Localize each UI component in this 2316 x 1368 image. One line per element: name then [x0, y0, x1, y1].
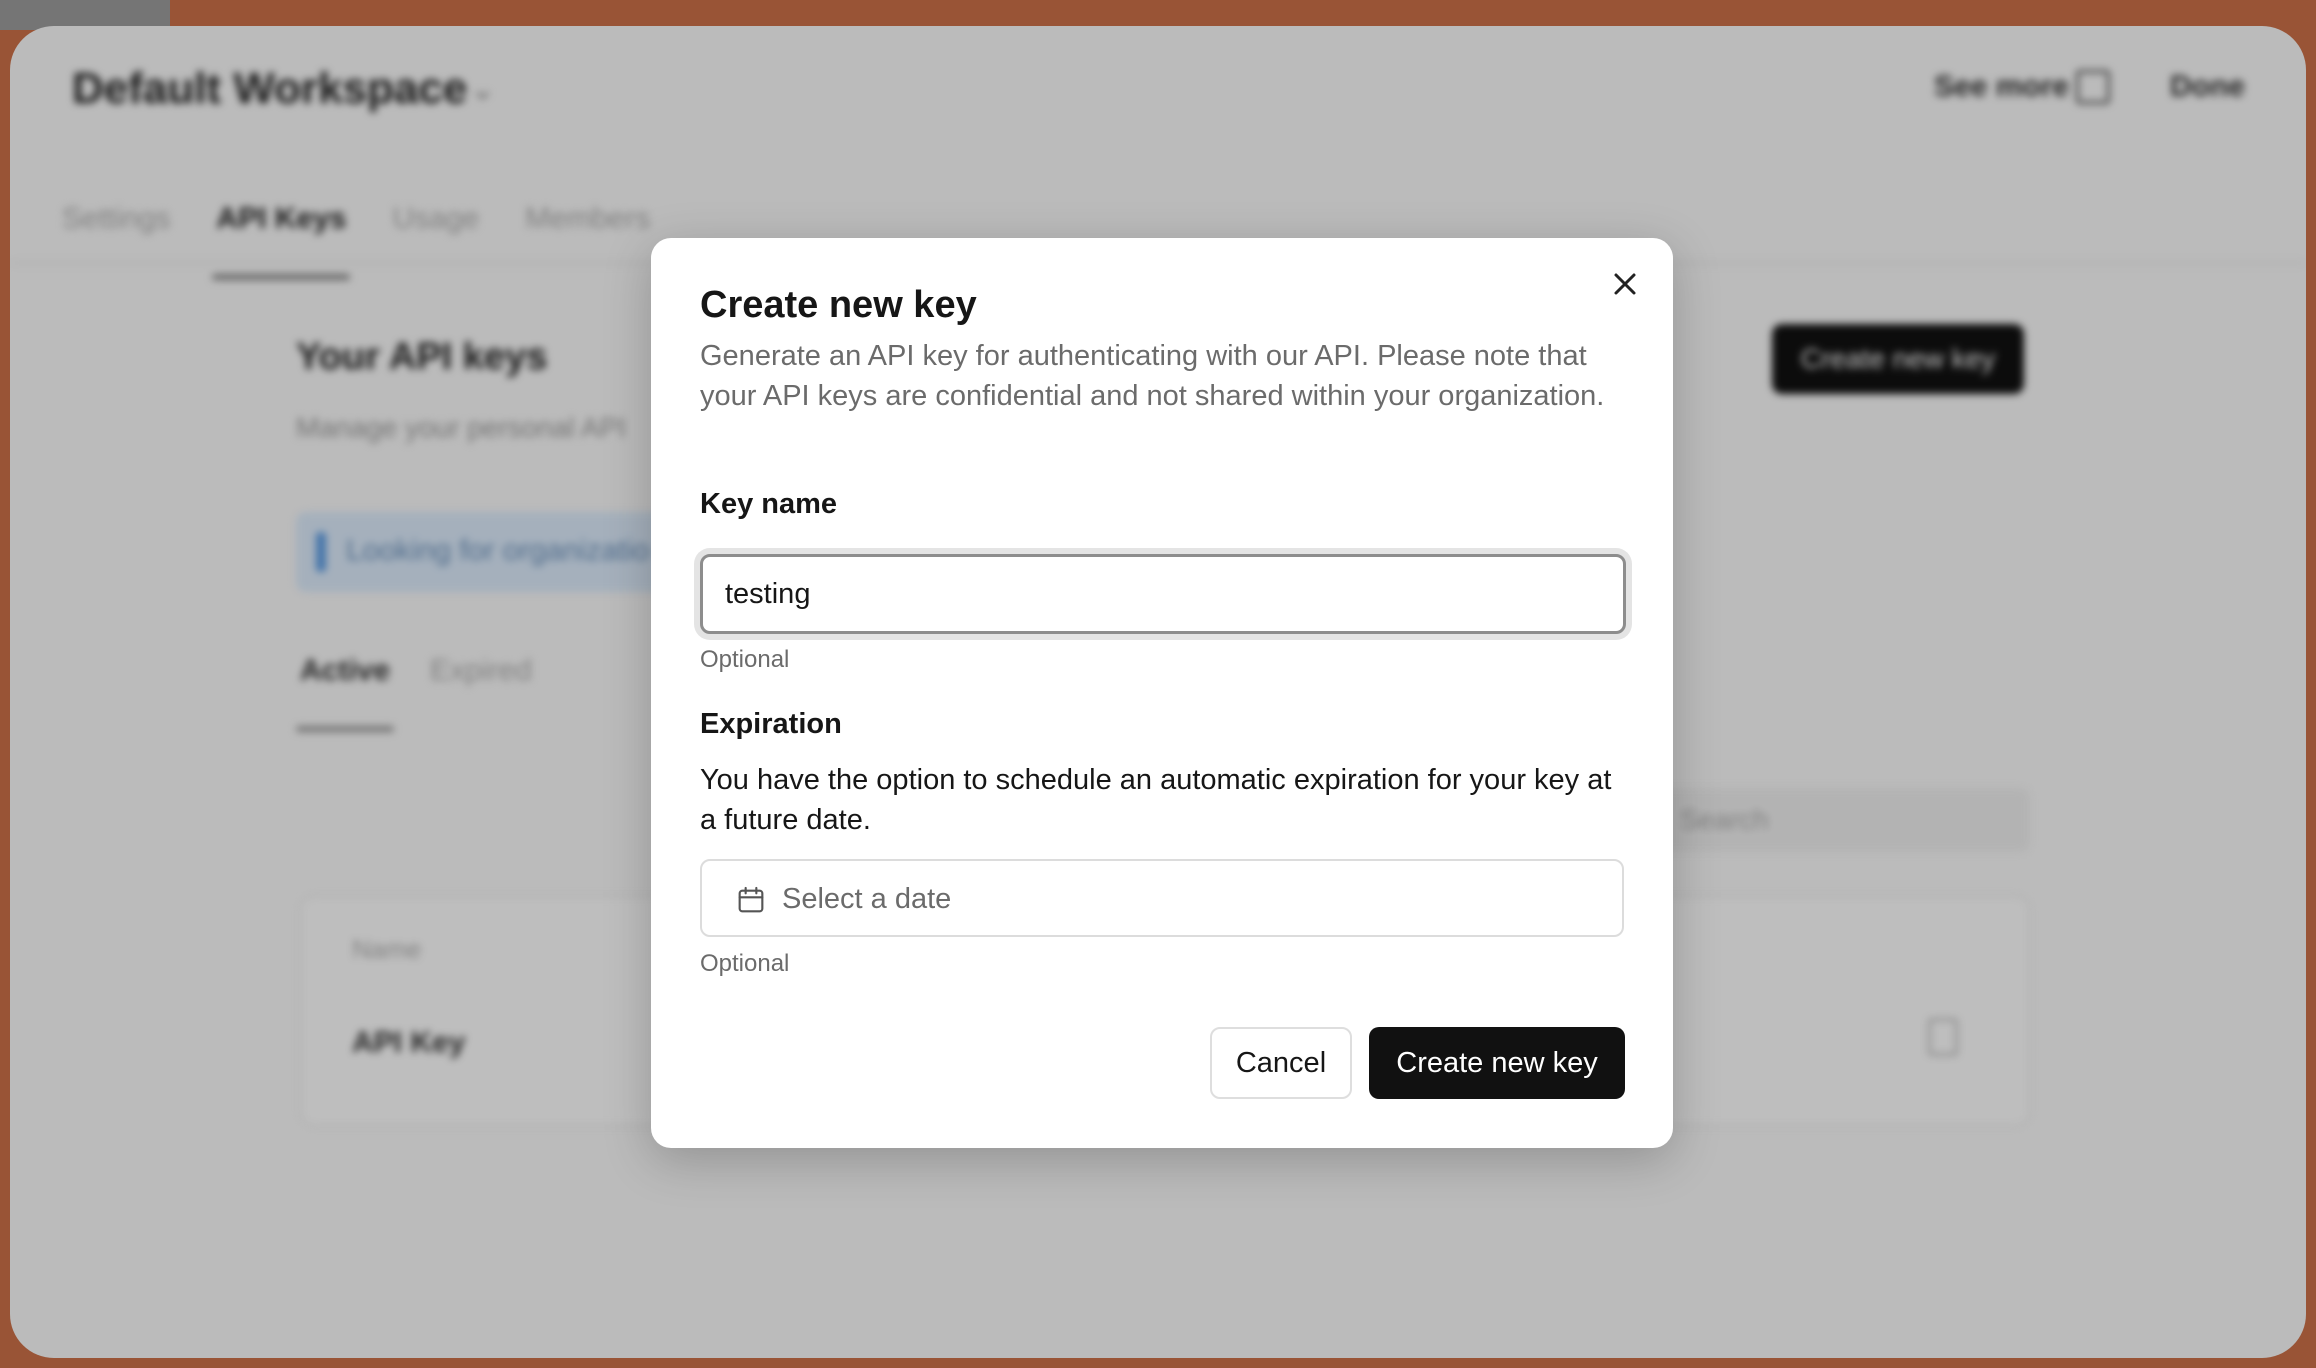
date-placeholder: Select a date: [782, 883, 952, 915]
close-icon[interactable]: [1607, 266, 1643, 302]
calendar-icon: [738, 886, 764, 913]
key-name-label: Key name: [700, 488, 838, 520]
expiration-label: Expiration: [700, 708, 842, 740]
key-name-input[interactable]: [700, 554, 1626, 634]
cancel-button[interactable]: Cancel: [1210, 1027, 1352, 1099]
create-key-dialog: Create new key Generate an API key for a…: [651, 238, 1673, 1148]
key-name-hint: Optional: [700, 646, 790, 673]
expiration-hint: Optional: [700, 950, 790, 977]
expiration-description: You have the option to schedule an autom…: [700, 764, 1612, 836]
expiration-date-picker[interactable]: Select a date: [700, 859, 1624, 937]
dialog-title: Create new key: [700, 284, 977, 326]
create-new-key-button[interactable]: Create new key: [1369, 1027, 1625, 1099]
dialog-description: Generate an API key for authenticating w…: [700, 340, 1605, 412]
